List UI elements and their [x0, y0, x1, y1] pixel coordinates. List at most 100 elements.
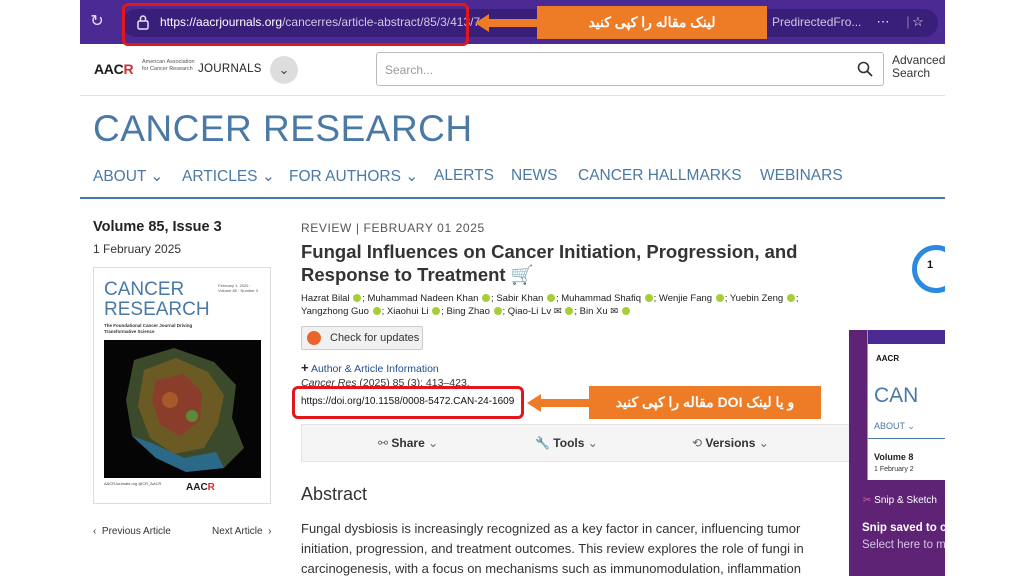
- orcid-icon[interactable]: [546, 293, 555, 302]
- share-button[interactable]: ⚯ Share ⌄: [378, 436, 438, 450]
- orcid-icon[interactable]: [786, 293, 795, 302]
- link-callout-text: لینک مقاله را کپی کنید: [537, 6, 767, 39]
- orcid-icon[interactable]: [353, 293, 362, 302]
- plus-icon: +: [301, 360, 309, 375]
- snip-select-text[interactable]: Select here to m: [862, 539, 945, 551]
- chevron-down-icon: ⌄: [428, 436, 439, 450]
- logo-text: AAC: [94, 61, 124, 77]
- journals-label[interactable]: JOURNALS: [198, 63, 262, 75]
- author-list: Hazrat Bilal ; Muhammad Nadeen Khan ; Sa…: [301, 293, 799, 317]
- cover-image: [104, 340, 261, 478]
- cover-aacr-logo: AACR: [186, 482, 215, 493]
- snip-thumbnail: AACR CAN ABOUT ⌄ Volume 8 1 February 2: [867, 330, 945, 480]
- altmetric-count: 1: [927, 259, 934, 271]
- thumb-divider: [868, 438, 945, 439]
- cart-icon[interactable]: 🛒: [511, 264, 534, 285]
- nav-alerts[interactable]: ALERTS: [434, 167, 494, 185]
- orcid-icon[interactable]: [493, 306, 502, 315]
- logo-text-r: R: [123, 61, 134, 77]
- check-for-updates-button[interactable]: Check for updates: [301, 326, 423, 350]
- issue-cover[interactable]: CANCER RESEARCH February 1, 2025 · Volum…: [93, 267, 271, 504]
- chevron-right-icon: ›: [268, 526, 272, 537]
- share-label: Share: [391, 436, 425, 450]
- chevron-down-icon: ⌄: [758, 436, 769, 450]
- orcid-icon[interactable]: [482, 293, 491, 302]
- mail-icon[interactable]: ✉: [610, 306, 618, 317]
- author-name[interactable]: Qiao-Li Lv: [508, 306, 551, 317]
- author-name[interactable]: Sabir Khan: [496, 293, 543, 304]
- reload-icon[interactable]: ↻: [88, 13, 106, 31]
- logo-subtitle: American Association for Cancer Research: [142, 59, 195, 72]
- cover-subtitle: The Foundational Cancer Journal Driving …: [104, 323, 193, 334]
- author-name[interactable]: Muhammad Shafiq: [561, 293, 641, 304]
- thumb-volume: Volume 8: [874, 452, 914, 462]
- journal-title[interactable]: CANCER RESEARCH: [93, 108, 473, 150]
- chevron-down-icon: ⌄: [587, 436, 598, 450]
- nav-articles[interactable]: ARTICLES ⌄: [182, 167, 275, 186]
- advanced-search-link[interactable]: Advanced Search: [892, 54, 945, 80]
- chevron-left-icon: ‹: [93, 526, 97, 537]
- nav-webinars[interactable]: WEBINARS: [760, 167, 843, 185]
- cover-meta: February 1, 2025 · Volume 85 · Number 3: [218, 283, 259, 293]
- nav-about[interactable]: ABOUT ⌄: [93, 167, 163, 186]
- orcid-icon[interactable]: [715, 293, 724, 302]
- nav-for-authors[interactable]: FOR AUTHORS ⌄: [289, 167, 418, 186]
- nav-cancer-hallmarks[interactable]: CANCER HALLMARKS: [578, 167, 742, 185]
- orcid-icon[interactable]: [432, 306, 441, 315]
- more-circle-icon[interactable]: ⋯: [875, 14, 891, 30]
- next-article-label: Next Article: [212, 526, 263, 537]
- snip-notification[interactable]: AACR CAN ABOUT ⌄ Volume 8 1 February 2 ✂…: [849, 330, 945, 576]
- snip-app-label: Snip & Sketch: [874, 495, 937, 506]
- search-placeholder: Search...: [385, 63, 434, 77]
- author-name[interactable]: Hazrat Bilal: [301, 293, 350, 304]
- author-name[interactable]: Muhammad Nadeen Khan: [368, 293, 479, 304]
- author-info-link[interactable]: + Author & Article Information: [301, 360, 439, 375]
- cover-footer: AACRJournals.org @CR_AACR: [104, 481, 162, 486]
- url-tail: PredirectedFro...: [772, 15, 862, 29]
- tools-button[interactable]: 🔧 Tools ⌄: [535, 436, 598, 450]
- aacr-logo[interactable]: AACR: [94, 61, 134, 77]
- orcid-icon[interactable]: [644, 293, 653, 302]
- altmetric-badge[interactable]: 1: [912, 245, 945, 293]
- issue-volume[interactable]: Volume 85, Issue 3: [93, 219, 222, 235]
- thumb-title: CAN: [874, 384, 919, 407]
- author-name[interactable]: Wenjie Fang: [659, 293, 712, 304]
- article-title: Fungal Influences on Cancer Initiation, …: [301, 240, 861, 286]
- abstract-heading: Abstract: [301, 484, 368, 504]
- share-icon: ⚯: [378, 436, 389, 450]
- article-title-text: Fungal Influences on Cancer Initiation, …: [301, 241, 798, 285]
- previous-article-link[interactable]: ‹ Previous Article: [93, 526, 171, 537]
- arrow-left-icon: [527, 393, 541, 412]
- versions-button[interactable]: ⟲ Versions ⌄: [692, 436, 769, 450]
- search-icon[interactable]: [857, 61, 873, 77]
- doi-highlight-box: [292, 386, 524, 419]
- article-category: REVIEW | FEBRUARY 01 2025: [301, 221, 485, 235]
- crossmark-icon: [307, 331, 321, 345]
- callout-arrow-shaft: [489, 18, 537, 27]
- screenshot: ↻ https://aacrjournals.org/cancerres/art…: [80, 0, 945, 576]
- abstract-text: Fungal dysbiosis is increasingly recogni…: [301, 521, 804, 576]
- next-article-link[interactable]: Next Article ›: [212, 526, 271, 537]
- previous-article-label: Previous Article: [101, 526, 171, 537]
- author-name[interactable]: Yangzhong Guo: [301, 306, 369, 317]
- author-name[interactable]: Xiaohui Li: [387, 306, 429, 317]
- author-info-label: Author & Article Information: [310, 363, 439, 375]
- check-for-updates-label: Check for updates: [330, 332, 420, 344]
- article-toolbar: ⚯ Share ⌄ 🔧 Tools ⌄ ⟲ Versions ⌄: [301, 424, 851, 462]
- thumb-browser-bar: [868, 330, 945, 344]
- callout-arrow-shaft: [541, 398, 589, 407]
- mail-icon[interactable]: ✉: [554, 306, 562, 317]
- search-input[interactable]: Search...: [376, 52, 884, 86]
- author-name[interactable]: Bin Xu: [580, 306, 608, 317]
- doi-callout: و یا لینک DOI مقاله را کپی کنید: [527, 386, 821, 419]
- arrow-left-icon: [475, 13, 489, 32]
- author-name[interactable]: Bing Zhao: [447, 306, 490, 317]
- author-name[interactable]: Yuebin Zeng: [730, 293, 783, 304]
- nav-news[interactable]: NEWS: [511, 167, 558, 185]
- chevron-down-icon[interactable]: ⌄: [270, 56, 298, 84]
- orcid-icon[interactable]: [565, 306, 574, 315]
- orcid-icon[interactable]: [621, 306, 630, 315]
- cover-title: CANCER RESEARCH: [104, 279, 210, 320]
- orcid-icon[interactable]: [372, 306, 381, 315]
- favorite-star-icon[interactable]: ☆: [910, 14, 926, 30]
